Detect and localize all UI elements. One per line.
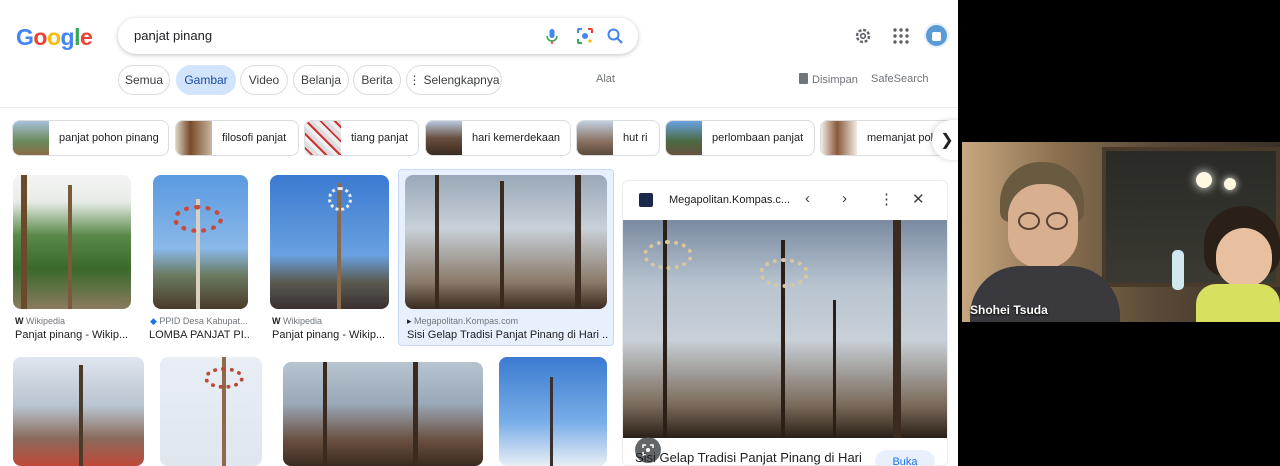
- tab-semua[interactable]: Semua: [118, 65, 170, 95]
- flower-vase: [1172, 250, 1184, 290]
- mic-icon[interactable]: [542, 26, 562, 46]
- chip-thumbnail: [577, 121, 613, 155]
- pole: [575, 175, 581, 309]
- face: [1008, 184, 1078, 268]
- more-vert-icon: ⋮: [408, 73, 421, 87]
- prize-ring: [643, 240, 693, 270]
- chip-thumbnail: [176, 121, 212, 155]
- search-icon[interactable]: [605, 26, 625, 46]
- participant-name: Shohei Tsuda: [970, 303, 1048, 317]
- glasses: [1018, 212, 1040, 230]
- result-image[interactable]: [499, 357, 607, 466]
- pole: [435, 175, 439, 309]
- chip-item[interactable]: hari kemerdekaan: [425, 120, 571, 156]
- logo-letter: o: [46, 24, 61, 50]
- face: [1216, 228, 1272, 288]
- tools-button[interactable]: Alat: [596, 73, 615, 85]
- more-vert-icon[interactable]: ⋮: [879, 190, 894, 208]
- wall-lamp: [1224, 178, 1236, 190]
- saved-link[interactable]: Disimpan: [799, 73, 858, 86]
- participant-man: [970, 162, 1120, 322]
- result-image[interactable]: [153, 175, 248, 309]
- result-image[interactable]: [405, 175, 607, 309]
- search-input[interactable]: panjat pinang: [134, 28, 212, 43]
- visit-button[interactable]: Buka: [875, 450, 935, 465]
- pole: [79, 365, 83, 466]
- site-icon: ◆: [150, 316, 160, 326]
- chip-item[interactable]: hut ri: [576, 120, 660, 156]
- chip-thumbnail: [13, 121, 49, 155]
- pole: [68, 185, 72, 309]
- result-image[interactable]: [13, 357, 144, 466]
- logo-letter: G: [16, 24, 34, 50]
- result-image[interactable]: [13, 175, 131, 309]
- logo-letter: e: [79, 24, 93, 50]
- bookmark-icon: [799, 73, 808, 84]
- settings-icon[interactable]: [853, 26, 873, 46]
- tab-berita[interactable]: Berita: [353, 65, 401, 95]
- pole: [550, 377, 553, 466]
- search-box[interactable]: panjat pinang: [118, 18, 638, 54]
- tab-belanja[interactable]: Belanja: [293, 65, 349, 95]
- participant-woman: [1196, 206, 1280, 322]
- prize-ring: [173, 205, 223, 233]
- prize-ring: [204, 367, 244, 389]
- chip-thumbnail: [426, 121, 462, 155]
- chip-item[interactable]: panjat pohon pinang: [12, 120, 169, 156]
- account-avatar[interactable]: [924, 23, 949, 48]
- logo-letter: g: [60, 24, 75, 50]
- tab-gambar[interactable]: Gambar: [176, 65, 236, 95]
- lens-icon[interactable]: [575, 26, 595, 46]
- apps-icon[interactable]: [891, 26, 911, 46]
- next-icon[interactable]: ›: [842, 190, 847, 207]
- pole: [323, 362, 327, 466]
- result-image[interactable]: [270, 175, 389, 309]
- site-icon: [639, 193, 653, 207]
- browser-window: Google panjat pinang Semua Gambar Video …: [0, 0, 958, 466]
- preview-site[interactable]: Megapolitan.Kompas.c...: [669, 194, 790, 206]
- google-logo[interactable]: Google: [16, 24, 93, 51]
- pole: [500, 181, 504, 309]
- divider: [0, 107, 958, 108]
- prize-ring: [328, 187, 352, 211]
- pole: [413, 362, 418, 466]
- tab-video[interactable]: Video: [240, 65, 288, 95]
- shirt: [1196, 284, 1280, 322]
- chip-item[interactable]: filosofi panjat: [175, 120, 299, 156]
- glasses: [1046, 212, 1068, 230]
- pole: [833, 300, 836, 438]
- prize-ring: [759, 258, 809, 288]
- chevron-right-icon: ❯: [940, 132, 954, 149]
- wikipedia-icon: W: [272, 316, 283, 326]
- site-icon: ▸: [407, 316, 415, 326]
- preview-title[interactable]: Sisi Gelap Tradisi Panjat Pinang di Hari: [635, 450, 862, 465]
- close-icon[interactable]: ✕: [912, 190, 925, 208]
- video-call-tile: Shohei Tsuda: [962, 142, 1280, 322]
- result-image[interactable]: [283, 362, 483, 466]
- logo-letter: o: [33, 24, 47, 50]
- prev-icon[interactable]: ‹: [805, 190, 810, 207]
- preview-image[interactable]: [623, 220, 947, 463]
- pole: [893, 220, 901, 438]
- safesearch-button[interactable]: SafeSearch: [871, 73, 928, 85]
- wall-lamp: [1196, 172, 1212, 188]
- wikipedia-icon: W: [15, 316, 26, 326]
- image-preview-panel: Megapolitan.Kompas.c... ‹ › ⋮ ✕ Sisi Gel…: [622, 180, 948, 466]
- chip-thumbnail: [305, 121, 341, 155]
- pole: [21, 175, 27, 309]
- tab-more[interactable]: ⋮ Selengkapnya: [406, 65, 502, 95]
- chip-thumbnail: [821, 121, 857, 155]
- chip-item[interactable]: tiang panjat: [304, 120, 419, 156]
- chip-thumbnail: [666, 121, 702, 155]
- chip-item[interactable]: perlombaan panjat: [665, 120, 815, 156]
- result-image[interactable]: [160, 357, 262, 466]
